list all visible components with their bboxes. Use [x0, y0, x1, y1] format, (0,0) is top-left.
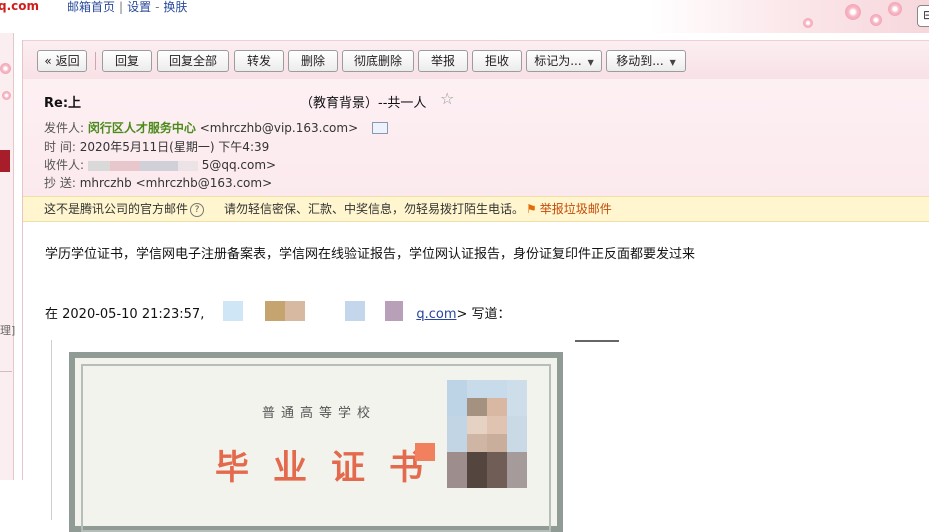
mail-header: Re:上 （教育背景）--共一人 ☆ 发件人: 闵行区人才服务中心 <mhrcz…: [23, 79, 929, 196]
mark-as-label: 标记为...: [534, 54, 582, 68]
mark-as-dropdown[interactable]: 标记为... ▼: [526, 50, 602, 72]
report-spam-label: 举报垃圾邮件: [539, 202, 612, 216]
folder-panel-edge: 理]: [0, 33, 16, 480]
redacted-block: [87, 160, 110, 171]
certificate-school-type: 普通高等学校: [262, 406, 377, 421]
change-skin-link[interactable]: 换肤: [163, 0, 187, 14]
quote-email-link[interactable]: q.com: [416, 307, 456, 322]
mail-subject-tail: （教育背景）--共一人: [300, 96, 427, 111]
recipient-label: 收件人:: [44, 158, 85, 172]
certificate-title: 毕业证书: [215, 448, 447, 488]
warning-advice: 请勿轻信密保、汇款、中奖信息，勿轻易拨打陌生电话。: [224, 202, 525, 216]
sender-name[interactable]: 闵行区人才服务中心: [88, 121, 196, 135]
move-to-label: 移动到...: [616, 54, 664, 68]
toolbar-divider: [95, 52, 96, 70]
blossom-decoration: [2, 91, 11, 100]
cc-label: 抄 送:: [44, 176, 76, 190]
read-mail-panel: « 返回 回复 回复全部 转发 删除 彻底删除 举报 拒收 标记为... ▼ 移动…: [22, 40, 929, 532]
sender-row: 发件人: 闵行区人才服务中心 <mhrczhb@vip.163.com>: [44, 119, 388, 136]
contact-card-icon[interactable]: [371, 121, 388, 134]
top-nav: 邮箱首页 | 设置 - 换肤: [67, 0, 187, 15]
warning-text: 这不是腾讯公司的官方邮件: [44, 202, 189, 216]
nav-separator: -: [155, 0, 160, 14]
window-restore-icon[interactable]: ⊟: [917, 5, 929, 27]
redacted-block: [285, 301, 305, 321]
security-warning-banner: 这不是腾讯公司的官方邮件? 请勿轻信密保、汇款、中奖信息，勿轻易拨打陌生电话。 …: [23, 196, 929, 222]
report-flag-icon: ⚑: [526, 202, 537, 216]
redacted-block: [109, 160, 140, 171]
time-row: 时 间: 2020年5月11日(星期一) 下午4:39: [44, 138, 269, 155]
active-folder-marker[interactable]: [0, 150, 10, 172]
mail-subject: Re:上: [44, 96, 82, 111]
back-button[interactable]: « 返回: [37, 50, 87, 72]
recipient-row: 收件人: 5@qq.com>: [44, 156, 276, 173]
redacted-block: [385, 301, 403, 321]
redacted-block: [223, 301, 243, 321]
blossom-decoration: [870, 14, 882, 26]
chevron-down-icon: ▼: [669, 58, 676, 67]
report-spam-link[interactable]: ⚑ 举报垃圾邮件: [526, 197, 612, 221]
recipient-value: 5@qq.com>: [201, 158, 277, 172]
move-to-dropdown[interactable]: 移动到... ▼: [606, 50, 686, 72]
reject-button[interactable]: 拒收: [472, 50, 522, 72]
quote-prefix: 在 2020-05-10 21:23:57,: [45, 307, 205, 322]
divider: [0, 371, 12, 372]
image-edge-line: [575, 340, 619, 342]
mailbox-home-link[interactable]: 邮箱首页: [67, 0, 115, 14]
time-value: 2020年5月11日(星期一) 下午4:39: [79, 140, 270, 154]
redacted-block: [345, 301, 365, 321]
folder-bracket: 理]: [0, 324, 16, 337]
redacted-block: [415, 443, 435, 461]
blossom-decoration: [803, 18, 813, 28]
time-label: 时 间:: [44, 140, 76, 154]
cc-row: 抄 送: mhrczhb <mhrczhb@163.com>: [44, 174, 272, 191]
delete-button[interactable]: 删除: [288, 50, 338, 72]
redacted-block: [265, 301, 285, 321]
top-header: q.com 邮箱首页 | 设置 - 换肤 ⊟: [0, 0, 929, 33]
report-button[interactable]: 举报: [418, 50, 468, 72]
graduation-certificate-image: 普通高等学校 毕业证书: [69, 352, 563, 532]
reply-button[interactable]: 回复: [102, 50, 152, 72]
cc-value: mhrczhb <mhrczhb@163.com>: [79, 176, 273, 190]
redacted-block: [177, 160, 198, 171]
brand-logo-tail: q.com: [0, 0, 40, 13]
blossom-decoration: [888, 2, 902, 16]
sender-label: 发件人:: [44, 121, 85, 135]
redacted-photo: [447, 380, 527, 510]
reply-all-button[interactable]: 回复全部: [157, 50, 229, 72]
warning-notice: 这不是腾讯公司的官方邮件?: [44, 197, 205, 221]
chevron-down-icon: ▼: [587, 58, 594, 67]
mail-body-text: 学历学位证书，学信网电子注册备案表，学信网在线验证报告，学位网认证报告，身份证复…: [45, 247, 696, 262]
redacted-block: [139, 160, 178, 171]
help-icon[interactable]: ?: [190, 202, 205, 217]
star-icon[interactable]: ☆: [440, 89, 454, 108]
nav-separator: |: [119, 0, 124, 14]
blossom-decoration: [845, 4, 861, 20]
mail-toolbar: « 返回 回复 回复全部 转发 删除 彻底删除 举报 拒收 标记为... ▼ 移动…: [23, 40, 929, 80]
quote-suffix: > 写道：: [456, 307, 511, 322]
sender-email: <mhrczhb@vip.163.com>: [199, 121, 359, 135]
delete-permanently-button[interactable]: 彻底删除: [342, 50, 414, 72]
forward-button[interactable]: 转发: [234, 50, 284, 72]
settings-link[interactable]: 设置: [127, 0, 151, 14]
blossom-decoration: [0, 63, 11, 74]
attachment-image-frame: 普通高等学校 毕业证书: [51, 340, 572, 532]
